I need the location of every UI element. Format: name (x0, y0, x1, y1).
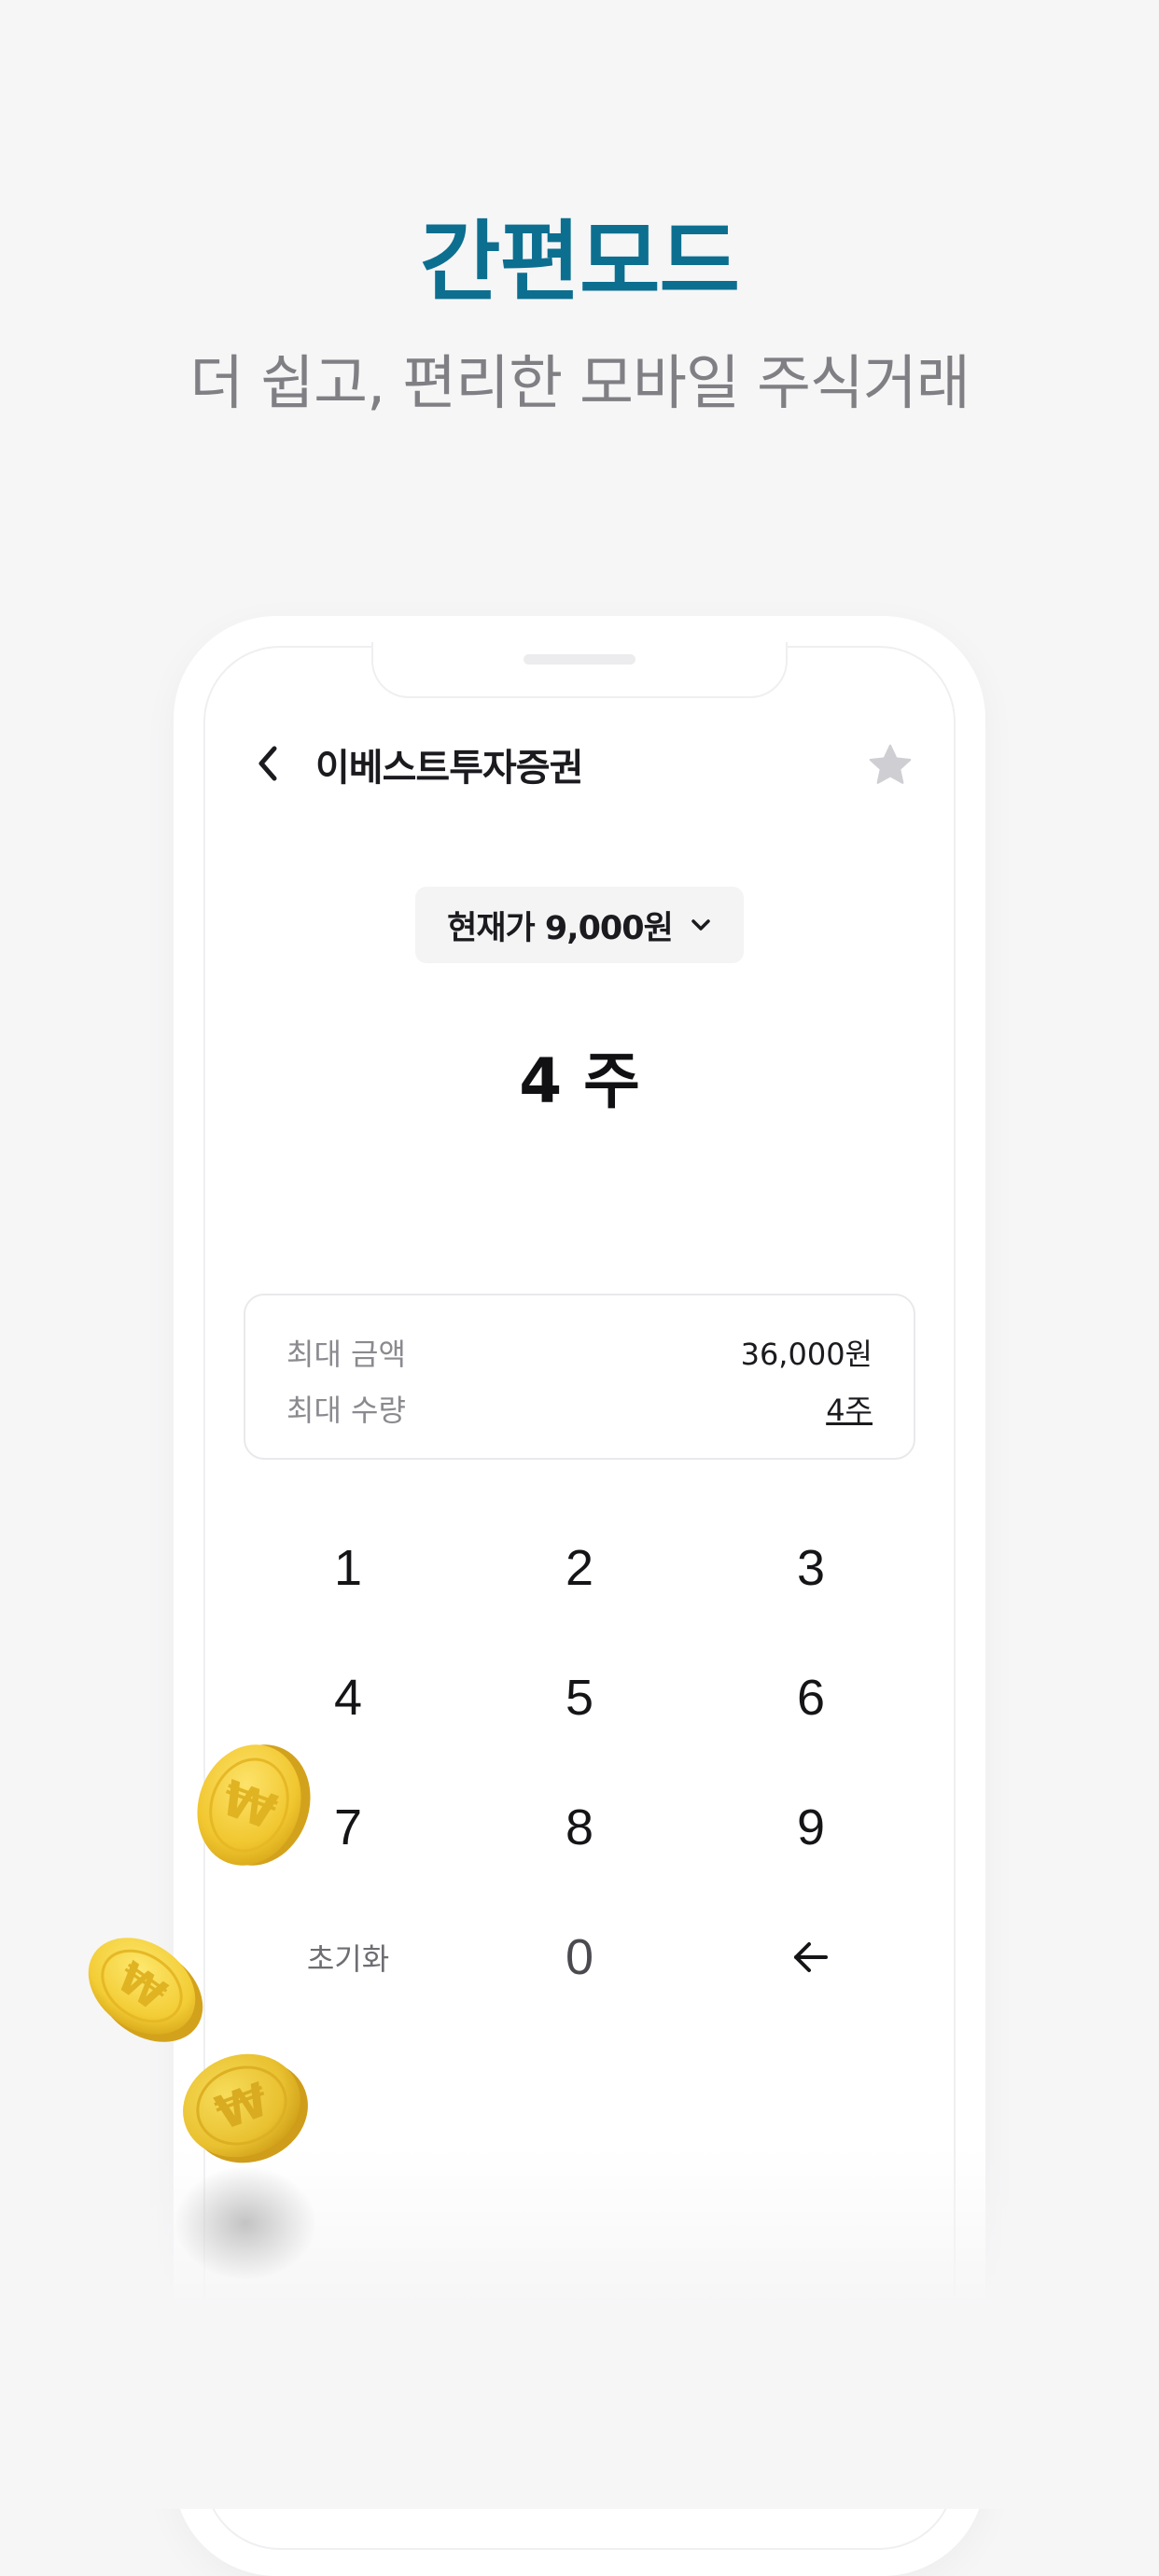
back-button[interactable] (250, 743, 287, 784)
favorite-button[interactable] (866, 741, 915, 790)
max-amount-value: 36,000원 (740, 1337, 873, 1372)
key-0[interactable]: 0 (464, 1892, 695, 2022)
key-9[interactable]: 9 (695, 1762, 927, 1892)
max-amount-label: 최대 금액 (286, 1337, 406, 1372)
arrow-left-icon (794, 1941, 828, 1972)
backspace-key[interactable] (695, 1892, 927, 2022)
order-info-box: 최대 금액 36,000원 최대 수량 4주 (244, 1294, 915, 1460)
phone-speaker (524, 654, 635, 665)
max-quantity-link[interactable]: 4주 (826, 1387, 873, 1430)
bottom-fade (0, 2147, 1159, 2509)
coin-shadow (175, 2167, 315, 2279)
coin-icon: ₩ (88, 1938, 203, 2042)
hero-subtitle: 더 쉽고, 편리한 모바일 주식거래 (189, 349, 970, 417)
coin-icon: ₩ (183, 2053, 308, 2163)
chevron-left-icon (258, 746, 277, 781)
max-quantity-label: 최대 수량 (286, 1393, 406, 1428)
quantity-display: 4 주 (519, 1045, 640, 1117)
key-8[interactable]: 8 (464, 1762, 695, 1892)
reset-key[interactable]: 초기화 (232, 1892, 464, 2022)
chevron-down-icon (691, 919, 710, 931)
max-quantity-row: 최대 수량 4주 (286, 1385, 873, 1432)
star-icon (869, 744, 912, 784)
key-6[interactable]: 6 (695, 1632, 927, 1762)
stock-name: 이베스트투자증권 (315, 747, 583, 790)
key-5[interactable]: 5 (464, 1632, 695, 1762)
price-selector[interactable]: 현재가 9,000원 (415, 887, 744, 963)
current-price-label: 현재가 9,000원 (447, 909, 674, 947)
key-3[interactable]: 3 (695, 1503, 927, 1632)
hero-title: 간편모드 (420, 212, 740, 314)
key-2[interactable]: 2 (464, 1503, 695, 1632)
phone-notch (371, 642, 788, 698)
max-amount-row: 최대 금액 36,000원 (286, 1329, 873, 1376)
coin-icon: ₩ (197, 1744, 311, 1866)
key-1[interactable]: 1 (232, 1503, 464, 1632)
